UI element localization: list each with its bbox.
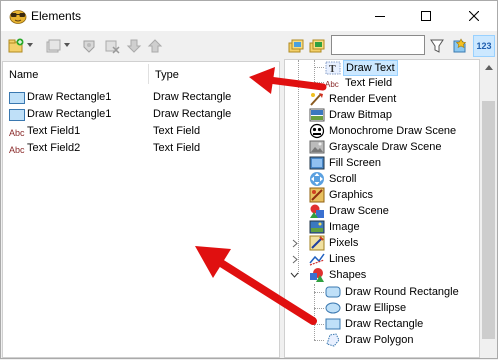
list-item-name: Text Field1 — [27, 125, 81, 137]
list-item[interactable]: Abc Text Field2 Text Field — [3, 140, 279, 157]
tree-line — [314, 292, 324, 293]
round-rectangle-icon — [325, 286, 341, 298]
search-input[interactable] — [331, 35, 425, 55]
pixels-icon — [309, 235, 325, 251]
add-dropdown-icon[interactable] — [27, 43, 33, 47]
graphics-icon — [309, 187, 325, 203]
shapes-icon — [310, 268, 324, 282]
duplicate-dropdown-icon — [64, 43, 70, 47]
maximize-button[interactable] — [403, 1, 449, 31]
tree-item-label: Grayscale Draw Scene — [329, 141, 442, 153]
elements-list[interactable]: Name Type Draw Rectangle1 Draw Rectangle… — [2, 61, 280, 358]
tree-item-label: Shapes — [329, 269, 367, 281]
list-item[interactable]: Draw Rectangle1 Draw Rectangle — [3, 106, 279, 123]
tree-item-label: Draw Bitmap — [329, 109, 392, 121]
rectangle-icon — [9, 92, 25, 104]
tree-item-label: Render Event — [329, 93, 397, 105]
maximize-icon — [421, 11, 431, 21]
draw-scene-icon — [310, 204, 324, 218]
tree-item-label: Draw Polygon — [345, 334, 414, 346]
grayscale-scene-icon — [309, 140, 325, 154]
move-down-icon — [126, 39, 142, 53]
column-header-name[interactable]: Name — [3, 62, 149, 86]
draw-text-icon: T — [325, 61, 341, 75]
duplicate-icon — [46, 39, 61, 53]
tree-item-label: Scroll — [329, 173, 357, 185]
sort-123-button[interactable]: 123 — [473, 35, 495, 57]
window-title: Elements — [31, 9, 82, 23]
sort-123-icon: 123 — [476, 41, 492, 51]
tree-item-label: Draw Round Rectangle — [345, 286, 459, 298]
app-logo-icon — [9, 10, 27, 24]
list-item[interactable]: Abc Text Field1 Text Field — [3, 123, 279, 140]
list-item-type: Text Field — [153, 142, 201, 154]
add-element-icon[interactable] — [8, 38, 24, 54]
scroll-up-button[interactable] — [480, 59, 497, 76]
chevron-right-icon[interactable] — [291, 255, 300, 264]
collapse-all-icon[interactable] — [309, 38, 325, 54]
tree-line — [314, 60, 315, 82]
list-item-name: Draw Rectangle1 — [27, 91, 112, 103]
move-up-icon — [147, 39, 163, 53]
polygon-icon — [326, 333, 340, 347]
tree-item-label: Image — [329, 221, 360, 233]
delete-icon — [105, 40, 120, 54]
ellipse-icon — [325, 302, 341, 314]
title-bar: Elements — [1, 1, 497, 31]
list-item-type: Draw Rectangle — [153, 108, 232, 120]
tree-item-label: Draw Text — [343, 60, 398, 76]
list-item-name: Text Field2 — [27, 142, 81, 154]
svg-text:Abc: Abc — [9, 145, 25, 155]
list-item-type: Text Field — [153, 125, 201, 137]
tree-item-label: Text Field — [345, 77, 393, 89]
svg-text:T: T — [329, 64, 336, 75]
rectangle-icon — [9, 109, 25, 121]
elements-window: Elements 123 Name Type Draw Rectangle1 D… — [0, 0, 498, 359]
list-item-name: Draw Rectangle1 — [27, 108, 112, 120]
list-item-type: Draw Rectangle — [153, 91, 232, 103]
monochrome-scene-icon — [309, 123, 325, 139]
text-field-icon: Abc — [325, 80, 339, 89]
lines-icon — [309, 253, 325, 266]
properties-icon — [83, 40, 95, 53]
tree-line — [314, 67, 324, 68]
tree-item-label: Monochrome Draw Scene — [329, 125, 457, 137]
tree-line — [314, 308, 324, 309]
scrollbar-thumb[interactable] — [482, 101, 495, 339]
svg-text:Abc: Abc — [325, 80, 339, 89]
tree-scrollbar[interactable] — [480, 59, 497, 358]
tree-line — [314, 82, 324, 83]
tree-item-label: Draw Rectangle — [345, 318, 424, 330]
tree-item-label: Fill Screen — [329, 157, 381, 169]
chevron-up-icon — [484, 65, 493, 70]
text-field-icon: Abc — [9, 128, 25, 138]
tree-item-label: Pixels — [329, 237, 359, 249]
scroll-icon — [310, 172, 324, 186]
draw-bitmap-icon — [309, 108, 325, 122]
chevron-right-icon[interactable] — [291, 239, 300, 248]
rectangle-icon — [325, 318, 341, 330]
element-types-tree[interactable]: T Draw Text Abc Text Field Render Event — [284, 59, 480, 358]
tree-line — [314, 340, 324, 341]
close-button[interactable] — [451, 1, 497, 31]
tree-item-label: Draw Scene — [329, 205, 389, 217]
render-event-icon — [310, 93, 323, 106]
favorites-icon[interactable] — [451, 38, 467, 54]
fill-screen-icon — [309, 156, 325, 170]
tree-item-label: Lines — [329, 253, 356, 265]
tree-item-label: Draw Ellipse — [345, 302, 407, 314]
text-field-icon: Abc — [9, 145, 25, 155]
svg-text:Abc: Abc — [9, 128, 25, 138]
column-header-type[interactable]: Type — [149, 62, 279, 86]
minimize-button[interactable] — [357, 1, 403, 31]
close-icon — [469, 11, 479, 21]
filter-icon[interactable] — [429, 38, 445, 54]
chevron-down-icon[interactable] — [290, 271, 299, 280]
image-icon — [309, 220, 325, 234]
list-item[interactable]: Draw Rectangle1 Draw Rectangle — [3, 89, 279, 106]
tree-item-label: Graphics — [329, 189, 374, 201]
tree-line — [314, 324, 324, 325]
minimize-icon — [375, 16, 385, 17]
expand-all-icon[interactable] — [288, 38, 304, 54]
